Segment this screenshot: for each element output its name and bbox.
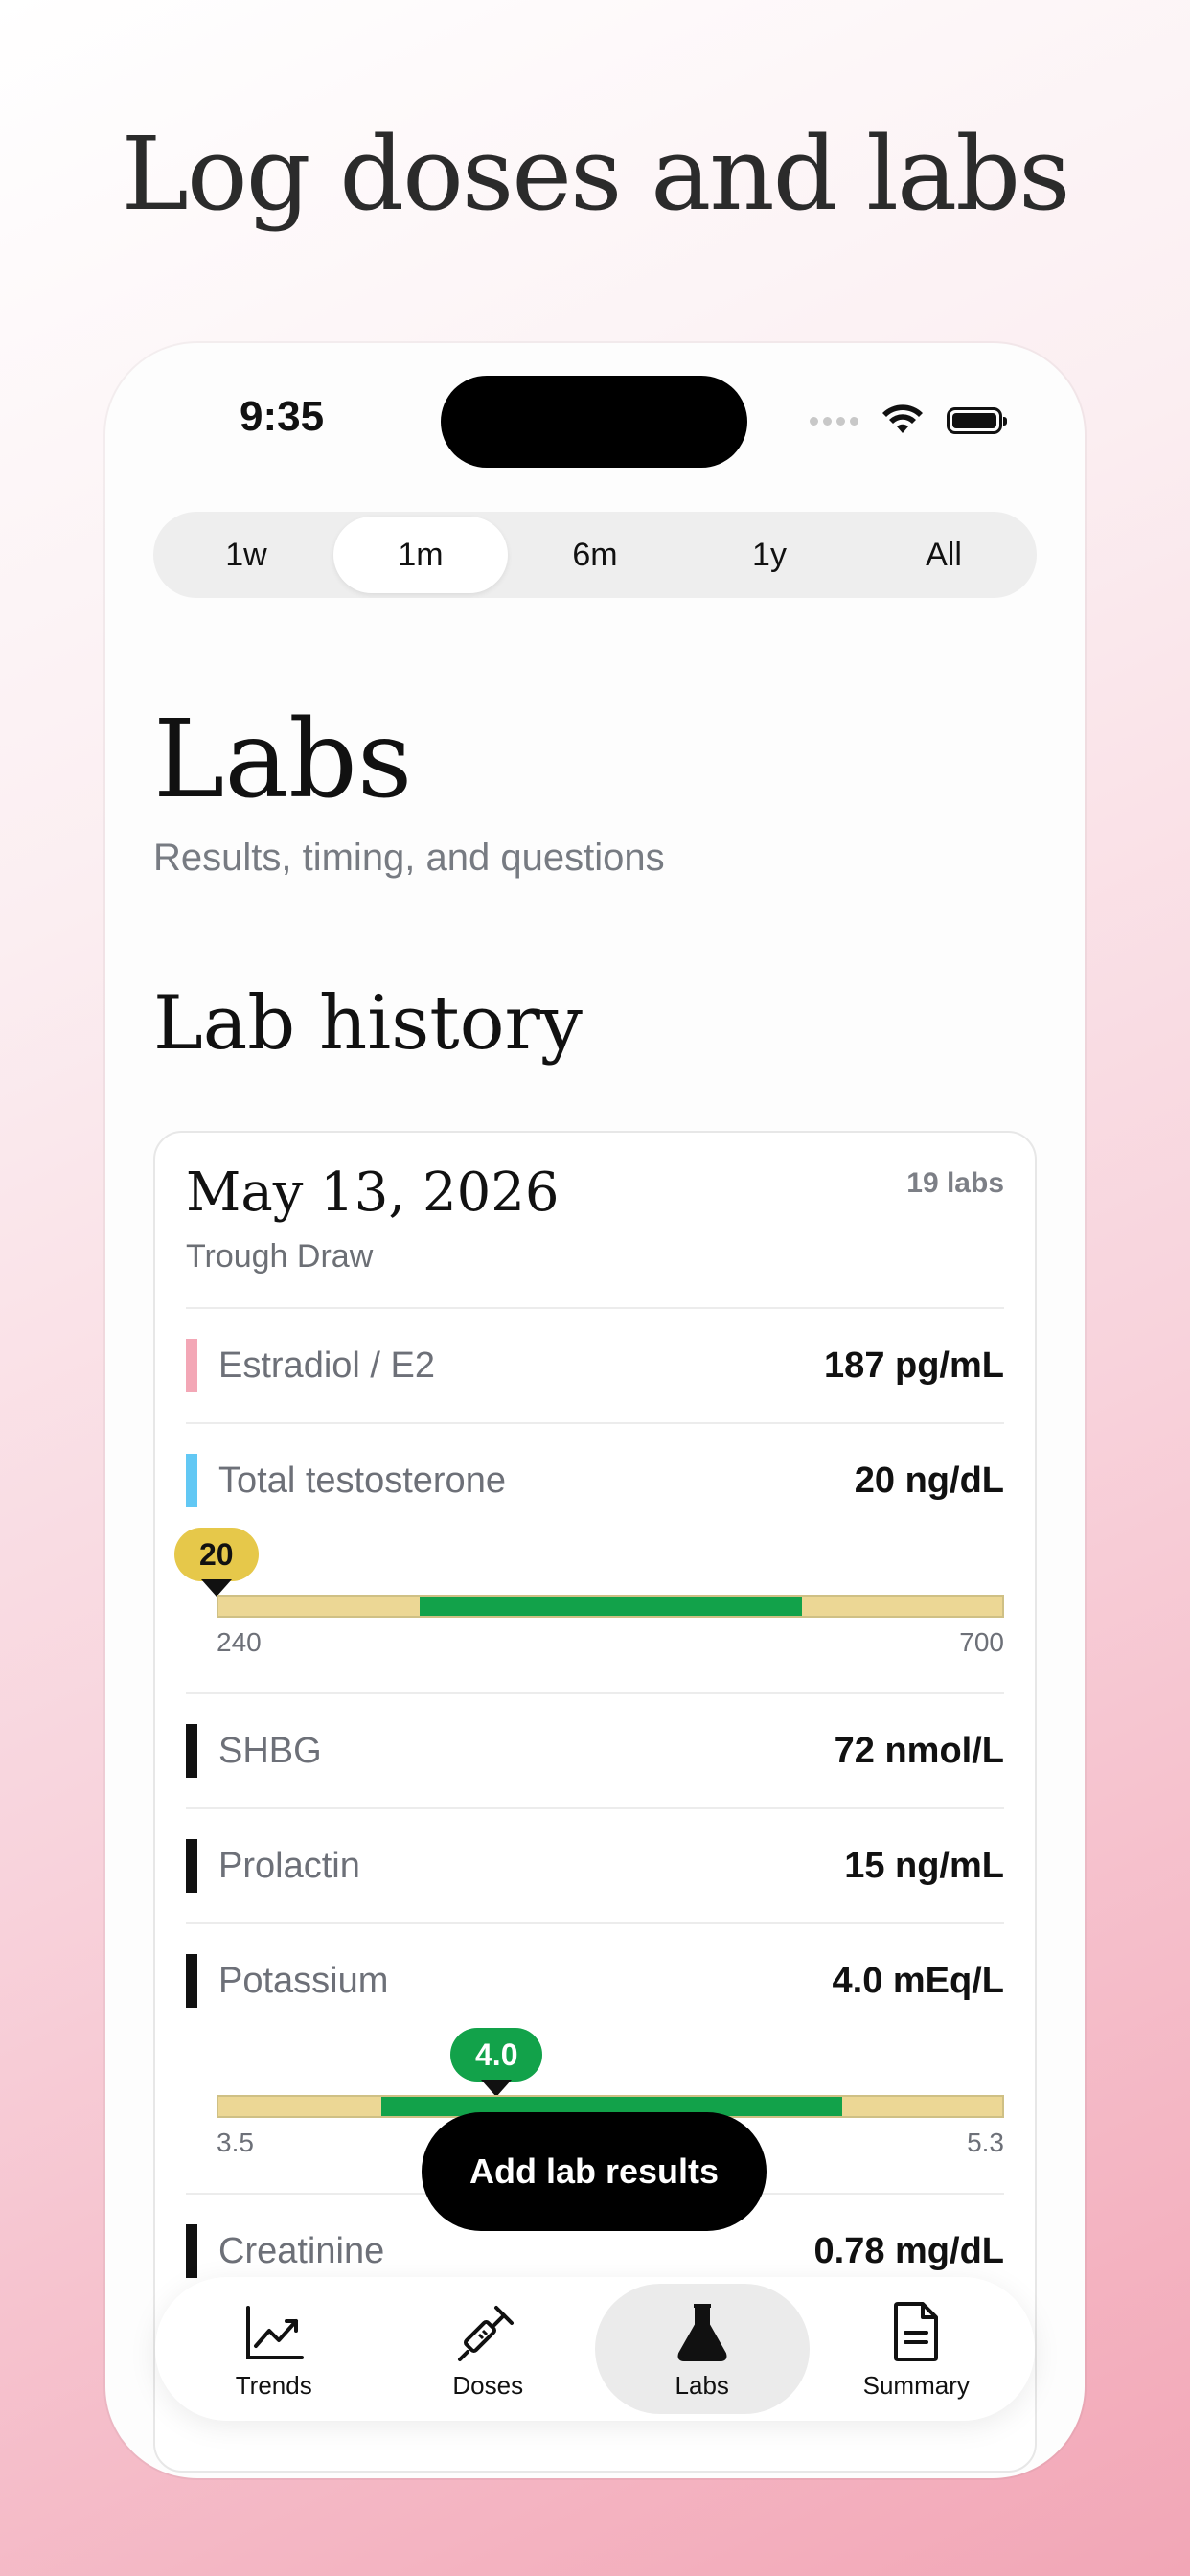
lab-count: 19 labs: [906, 1167, 1004, 1199]
hero-title: Log doses and labs: [121, 115, 1070, 233]
range-normal-band: [420, 1597, 803, 1616]
lab-draw-type: Trough Draw: [186, 1238, 374, 1275]
range-1w[interactable]: 1w: [159, 517, 333, 593]
range-high-label: 5.3: [967, 2128, 1004, 2157]
battery-icon: [947, 407, 1007, 434]
dynamic-island: [441, 376, 747, 468]
syringe-icon: [458, 2305, 515, 2361]
lab-value: 187 pg/mL: [824, 1345, 1004, 1386]
lab-color-marker: [186, 1954, 197, 2008]
lab-row-testosterone[interactable]: Total testosterone 20 ng/dL: [186, 1422, 1004, 1537]
lab-row-shbg[interactable]: SHBG 72 nmol/L: [186, 1692, 1004, 1807]
bottom-tab-bar: Trends Doses Labs Summary: [155, 2277, 1035, 2421]
lab-color-marker: [186, 1339, 197, 1392]
tab-labs[interactable]: Labs: [595, 2284, 810, 2414]
tab-summary[interactable]: Summary: [810, 2284, 1024, 2414]
range-track: [217, 1595, 1004, 1618]
range-all[interactable]: All: [857, 517, 1031, 593]
lab-name: Estradiol / E2: [218, 1345, 435, 1386]
wifi-icon: [882, 404, 923, 433]
range-segmented-control: 1w 1m 6m 1y All: [153, 512, 1037, 598]
chart-trend-icon: [245, 2305, 304, 2359]
lab-name: Prolactin: [218, 1845, 360, 1886]
signal-icon: [810, 416, 858, 426]
lab-date: May 13, 2026: [186, 1162, 560, 1224]
tab-label: Doses: [452, 2370, 524, 2400]
tab-label: Summary: [862, 2370, 970, 2400]
range-1y[interactable]: 1y: [682, 517, 857, 593]
range-value-pill: 20: [174, 1528, 259, 1597]
section-title: Lab history: [153, 980, 583, 1067]
tab-doses[interactable]: Doses: [381, 2284, 596, 2414]
tab-trends[interactable]: Trends: [167, 2284, 381, 2414]
lab-value: 20 ng/dL: [854, 1460, 1004, 1501]
lab-row-potassium[interactable]: Potassium 4.0 mEq/L: [186, 1922, 1004, 2037]
add-lab-results-button[interactable]: Add lab results: [422, 2112, 767, 2231]
lab-entry-card[interactable]: May 13, 2026 Trough Draw 19 labs Estradi…: [153, 1131, 1037, 2472]
status-icons: [810, 404, 1007, 437]
lab-name: Creatinine: [218, 2230, 385, 2271]
range-6m[interactable]: 6m: [508, 517, 682, 593]
lab-color-marker: [186, 2224, 197, 2278]
range-low-label: 240: [217, 1627, 262, 1657]
lab-name: Potassium: [218, 1960, 389, 2001]
lab-value: 4.0 mEq/L: [832, 1960, 1005, 2001]
lab-value: 72 nmol/L: [834, 1730, 1004, 1771]
range-low-label: 3.5: [217, 2128, 254, 2157]
testosterone-range-bar: 20 240 700: [174, 1528, 1004, 1657]
page-title: Labs: [153, 698, 413, 822]
lab-color-marker: [186, 1839, 197, 1893]
lab-color-marker: [186, 1724, 197, 1778]
phone-frame: 9:35 1w 1m 6m 1y All Labs Results, timin…: [105, 343, 1085, 2478]
page-subtitle: Results, timing, and questions: [153, 837, 665, 879]
range-1m[interactable]: 1m: [333, 517, 508, 593]
range-value-pill: 4.0: [450, 2028, 543, 2097]
flask-icon: [677, 2303, 727, 2361]
lab-row-estradiol[interactable]: Estradiol / E2 187 pg/mL: [186, 1307, 1004, 1422]
tab-label: Labs: [675, 2370, 729, 2400]
lab-name: SHBG: [218, 1730, 322, 1771]
lab-value: 15 ng/mL: [844, 1845, 1004, 1886]
lab-value: 0.78 mg/dL: [813, 2230, 1005, 2271]
document-icon: [894, 2301, 939, 2361]
lab-color-marker: [186, 1454, 197, 1507]
lab-row-prolactin[interactable]: Prolactin 15 ng/mL: [186, 1807, 1004, 1922]
range-high-label: 700: [959, 1627, 1004, 1657]
tab-label: Trends: [235, 2370, 312, 2400]
lab-name: Total testosterone: [218, 1460, 506, 1501]
status-time: 9:35: [240, 393, 325, 440]
